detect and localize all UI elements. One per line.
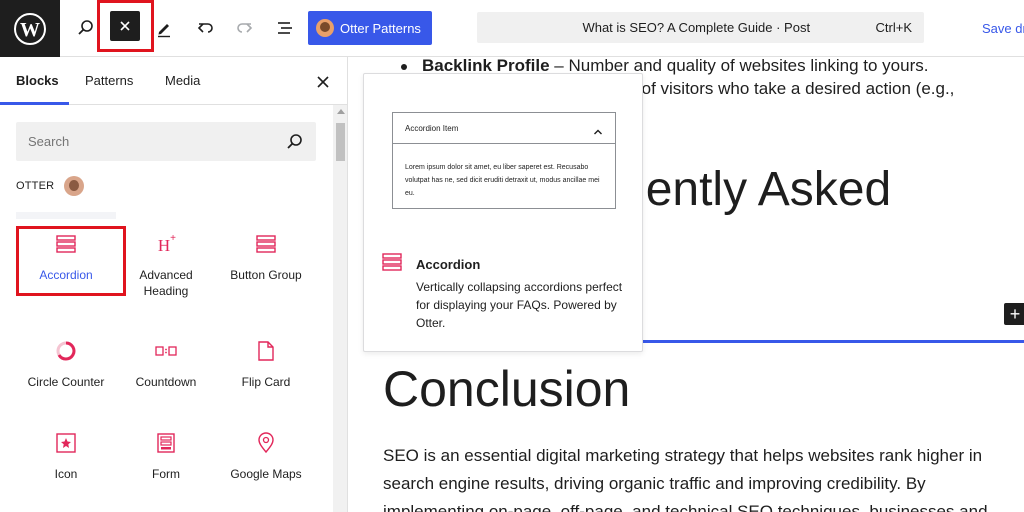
block-inserter-panel: Blocks Patterns Media OTTER Accordion H+…	[0, 57, 348, 512]
block-label: Accordion	[39, 268, 93, 282]
svg-text:W: W	[20, 19, 40, 41]
icon-block-icon	[16, 431, 116, 455]
scrollbar-thumb[interactable]	[336, 123, 345, 161]
block-label: Icon	[54, 467, 78, 481]
conclusion-heading[interactable]: Conclusion	[383, 359, 630, 419]
wordpress-logo-icon[interactable]: W	[0, 0, 60, 57]
button-group-icon	[216, 232, 316, 256]
accordion-item-title: Accordion Item	[405, 124, 459, 133]
block-preview-popover: Accordion Item Lorem ipsum dolor sit ame…	[363, 73, 643, 352]
accordion-preview: Accordion Item Lorem ipsum dolor sit ame…	[392, 112, 616, 209]
accordion-icon	[16, 232, 116, 256]
accordion-preview-header: Accordion Item	[393, 113, 615, 144]
scrollbar-track[interactable]	[333, 105, 347, 512]
list-item-continued[interactable]: ge of visitors who take a desired action…	[618, 76, 954, 102]
block-form[interactable]: Form	[116, 417, 216, 507]
heading-icon: H +	[116, 232, 216, 256]
redo-icon[interactable]	[229, 12, 261, 44]
flip-card-icon	[216, 339, 316, 363]
block-flip-card[interactable]: Flip Card	[216, 325, 316, 415]
block-label: Button Group	[230, 268, 302, 282]
block-label: Google Maps	[230, 467, 302, 481]
list-bullet	[401, 64, 407, 70]
form-icon	[116, 431, 216, 455]
block-accordion[interactable]: Accordion	[16, 218, 116, 308]
insertion-indicator	[643, 340, 1024, 343]
block-label: Advanced Heading	[139, 268, 193, 298]
category-header: OTTER	[16, 175, 85, 197]
otter-avatar-icon	[316, 19, 334, 37]
close-icon[interactable]	[312, 71, 334, 93]
undo-icon[interactable]	[189, 12, 221, 44]
conclusion-paragraph[interactable]: SEO is an essential digital marketing st…	[383, 442, 1013, 512]
preview-block-name: Accordion	[416, 257, 481, 272]
add-block-button[interactable]: +	[1004, 303, 1024, 325]
pencil-icon[interactable]	[148, 12, 180, 44]
block-search-box	[16, 122, 316, 161]
command-palette-bar[interactable]: What is SEO? A Complete Guide · Post Ctr…	[477, 12, 924, 43]
tab-media[interactable]: Media	[165, 57, 200, 105]
block-label: Form	[152, 467, 180, 481]
chevron-up-icon	[593, 123, 603, 141]
preview-block-description: Vertically collapsing accordions perfect…	[416, 280, 623, 330]
block-label: Flip Card	[241, 375, 291, 389]
block-countdown[interactable]: Countdown	[116, 325, 216, 415]
tab-patterns[interactable]: Patterns	[85, 57, 133, 105]
close-inserter-button[interactable]	[110, 11, 140, 41]
svg-text:H: H	[158, 236, 170, 255]
editor-toolbar: W Otter Patterns What is SEO? A Complete…	[0, 0, 1024, 57]
block-label: Circle Counter	[27, 375, 105, 389]
otter-patterns-button[interactable]: Otter Patterns	[308, 11, 432, 45]
accordion-icon	[382, 253, 402, 276]
active-tab-indicator	[0, 102, 69, 105]
otter-avatar-icon	[64, 176, 85, 196]
accordion-item-body: Lorem ipsum dolor sit amet, eu liber sap…	[405, 164, 600, 197]
svg-text:+: +	[170, 233, 176, 244]
save-draft-button[interactable]: Save draft	[982, 21, 1024, 36]
circle-counter-icon	[16, 339, 116, 363]
shortcut-hint: Ctrl+K	[875, 20, 912, 35]
countdown-icon	[116, 339, 216, 363]
block-search-input[interactable]	[16, 122, 276, 161]
inserter-tabs: Blocks Patterns Media	[0, 57, 347, 105]
block-icon[interactable]: Icon	[16, 417, 116, 507]
list-view-icon[interactable]	[269, 12, 301, 44]
scroll-up-arrow-icon[interactable]	[337, 109, 345, 114]
preview-block-name-row: Accordion	[382, 253, 480, 276]
block-label: Countdown	[135, 375, 197, 389]
otter-patterns-label: Otter Patterns	[340, 20, 421, 36]
block-button-group[interactable]: Button Group	[216, 218, 316, 308]
faq-heading[interactable]: uently Asked	[619, 162, 891, 218]
block-circle-counter[interactable]: Circle Counter	[16, 325, 116, 415]
search-icon[interactable]	[286, 133, 304, 156]
block-google-maps[interactable]: Google Maps	[216, 417, 316, 507]
search-icon[interactable]	[70, 12, 102, 44]
map-pin-icon	[216, 431, 316, 455]
tab-blocks[interactable]: Blocks	[16, 57, 59, 105]
block-advanced-heading[interactable]: H + Advanced Heading	[116, 218, 216, 308]
document-title: What is SEO? A Complete Guide · Post	[582, 20, 811, 35]
category-label: OTTER	[16, 180, 55, 192]
